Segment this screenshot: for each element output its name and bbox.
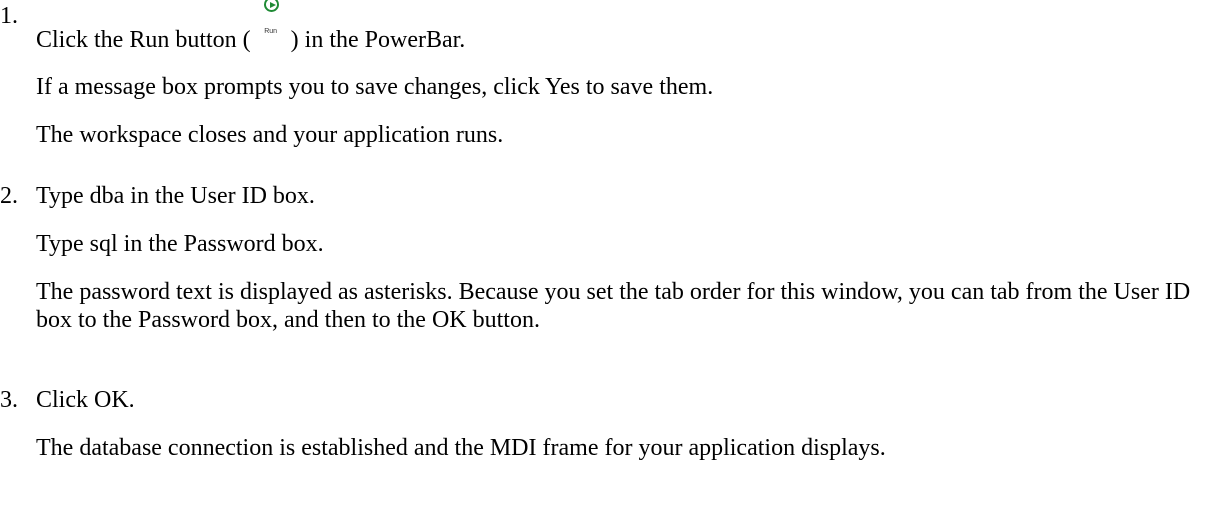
run-button-icon: Run bbox=[257, 0, 285, 53]
document-page: { "steps": [ { "number": "1.", "lines": … bbox=[0, 0, 1217, 517]
step-1-result: The workspace closes and your applicatio… bbox=[36, 122, 504, 148]
step-2-instruction-2: Type sql in the Password box. bbox=[36, 231, 324, 257]
step-2-instruction: Type dba in the User ID box. bbox=[36, 183, 315, 209]
step-1-instruction: Click the Run button ( Run ) in the PowerB… bbox=[36, 0, 466, 54]
play-circle-icon bbox=[263, 0, 279, 12]
instruction-text-after: ) in the PowerBar. bbox=[290, 27, 466, 53]
run-button-label: Run bbox=[264, 28, 278, 35]
step-number: 1. bbox=[0, 3, 18, 29]
step-number: 2. bbox=[0, 183, 18, 209]
step-3-result: The database connection is established a… bbox=[36, 435, 886, 461]
step-3-instruction: Click OK. bbox=[36, 387, 135, 413]
step-1-note: If a message box prompts you to save cha… bbox=[36, 74, 714, 100]
step-number: 3. bbox=[0, 387, 18, 413]
step-2-result: The password text is displayed as asteri… bbox=[36, 279, 1191, 333]
instruction-text-before: Click the Run button ( bbox=[36, 27, 251, 53]
